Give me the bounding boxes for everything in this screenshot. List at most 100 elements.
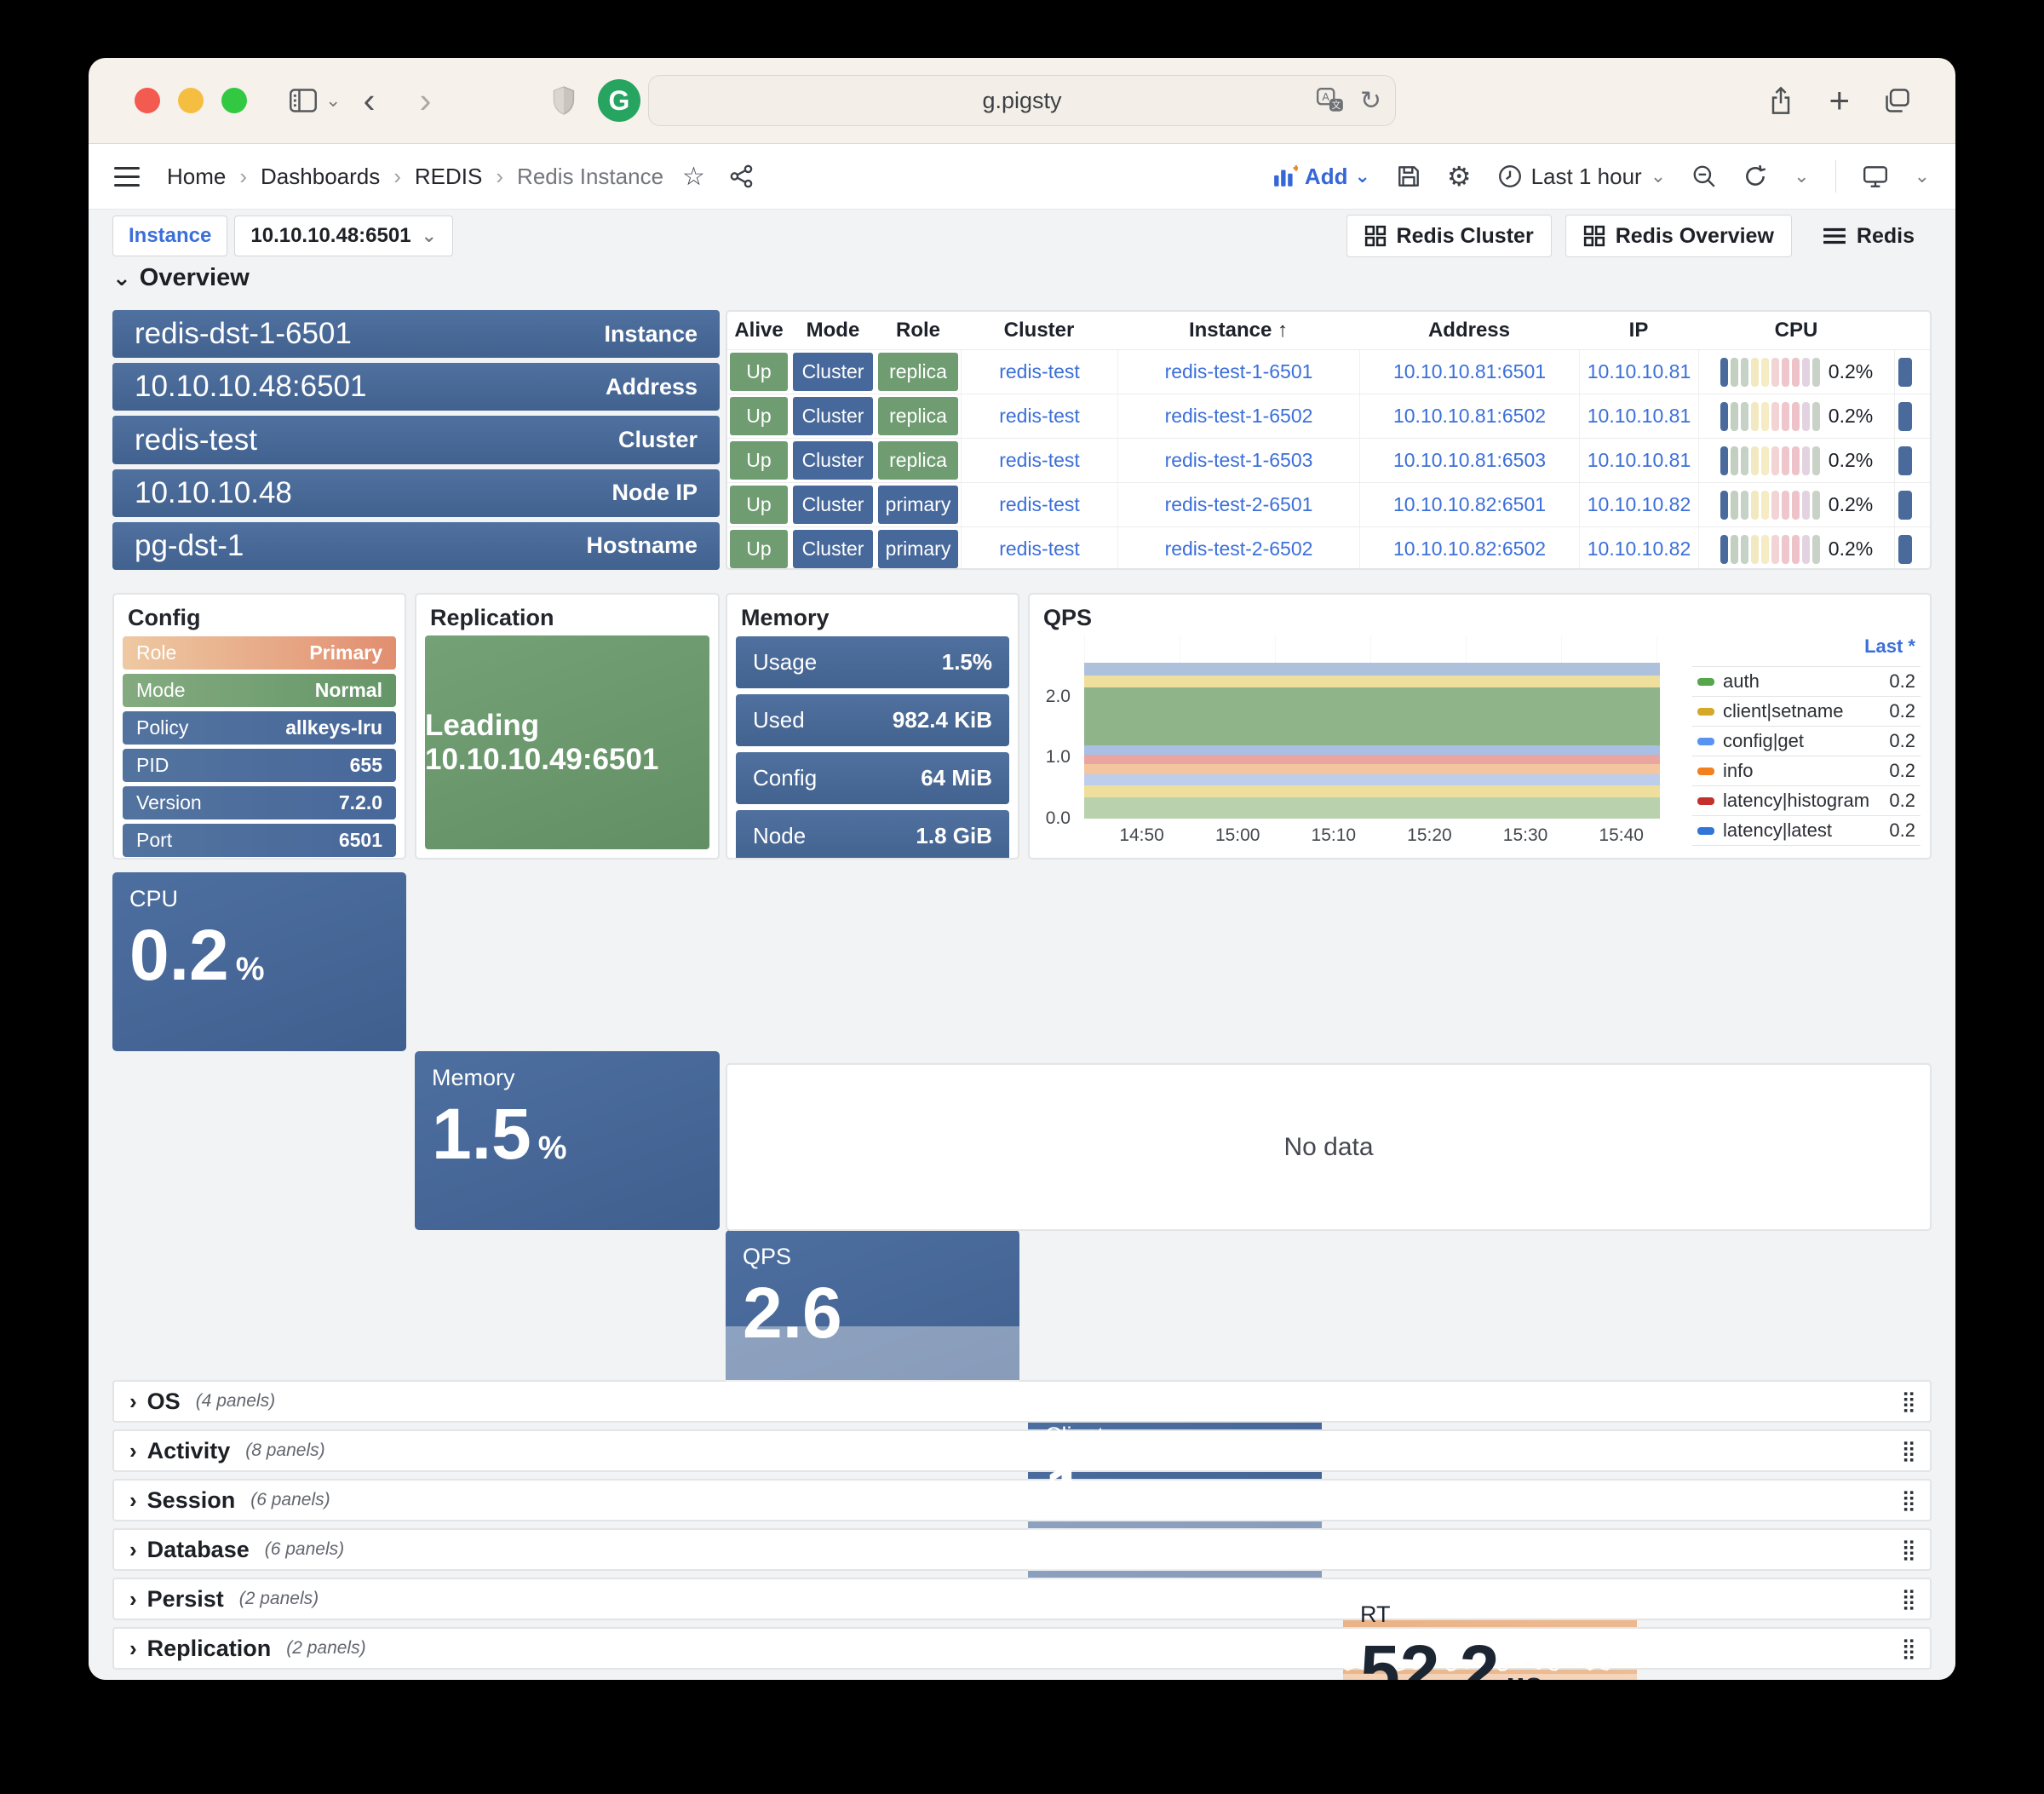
chevron-right-icon: ›	[129, 1537, 137, 1563]
share-icon[interactable]	[1766, 85, 1796, 116]
add-panel-button[interactable]: Add ⌄	[1272, 164, 1370, 190]
grammarly-icon[interactable]: G	[598, 79, 640, 122]
instance-info-row: pg-dst-1Hostname	[112, 522, 720, 570]
cpu-sparkline-cell: 0.2%	[1698, 527, 1894, 570]
tab-overview-icon[interactable]	[1882, 85, 1913, 116]
dashboard-canvas: Instance 10.10.10.48:6501⌄ Redis Cluster…	[89, 210, 1955, 1680]
drag-handle-icon[interactable]: ⣿	[1901, 1439, 1915, 1463]
row-toggle-persist[interactable]: ›Persist(2 panels)⣿	[112, 1578, 1932, 1620]
reload-icon[interactable]: ↻	[1360, 86, 1381, 116]
panel-title: Config	[114, 595, 405, 636]
instance-link[interactable]: redis-test-2-6501	[1117, 483, 1359, 526]
grafana-navbar: Home › Dashboards › REDIS › Redis Instan…	[89, 144, 1955, 210]
legend-item[interactable]: client|setname0.2	[1692, 696, 1921, 726]
config-row: ModeNormal	[123, 674, 396, 707]
svg-text:A: A	[1322, 90, 1329, 103]
drag-handle-icon[interactable]: ⣿	[1901, 1488, 1915, 1513]
cluster-link[interactable]: redis-test	[961, 350, 1117, 394]
row-toggle-database[interactable]: ›Database(6 panels)⣿	[112, 1528, 1932, 1571]
address-link[interactable]: 10.10.10.82:6502	[1359, 527, 1579, 570]
instance-info-row: 10.10.10.48Node IP	[112, 469, 720, 517]
legend-item[interactable]: auth0.2	[1692, 666, 1921, 696]
address-link[interactable]: 10.10.10.81:6503	[1359, 439, 1579, 482]
ip-link[interactable]: 10.10.10.81	[1579, 350, 1698, 394]
legend-item[interactable]: info0.2	[1692, 756, 1921, 785]
redis-menu-link-button[interactable]: Redis	[1806, 216, 1932, 256]
refresh-interval-chevron-icon[interactable]: ⌄	[1794, 165, 1809, 187]
chevron-right-icon: ›	[129, 1389, 137, 1415]
forward-icon[interactable]: ›	[397, 83, 453, 118]
cluster-link[interactable]: redis-test	[961, 483, 1117, 526]
row-toggle-os[interactable]: ›OS(4 panels)⣿	[112, 1380, 1932, 1423]
cluster-link[interactable]: redis-test	[961, 439, 1117, 482]
qps-stat-panel: QPS 2.6	[726, 1230, 1019, 1409]
instance-link[interactable]: redis-test-2-6502	[1117, 527, 1359, 570]
breadcrumb-dashboards[interactable]: Dashboards	[261, 164, 380, 190]
table-row: Up Cluster replica redis-test redis-test…	[727, 394, 1930, 438]
instance-link[interactable]: redis-test-1-6501	[1117, 350, 1359, 394]
tv-kiosk-icon[interactable]	[1862, 164, 1889, 189]
clock-icon	[1497, 164, 1523, 189]
ip-link[interactable]: 10.10.10.82	[1579, 483, 1698, 526]
drag-handle-icon[interactable]: ⣿	[1901, 1636, 1915, 1661]
translate-icon[interactable]: A文	[1316, 87, 1345, 114]
address-link[interactable]: 10.10.10.82:6501	[1359, 483, 1579, 526]
instance-variable-dropdown[interactable]: 10.10.10.48:6501⌄	[234, 216, 453, 256]
legend-item[interactable]: config|get0.2	[1692, 726, 1921, 756]
drag-handle-icon[interactable]: ⣿	[1901, 1587, 1915, 1612]
breadcrumb-redis[interactable]: REDIS	[415, 164, 482, 190]
panel-title: Memory	[727, 595, 1018, 636]
table-header: Alive Mode Role Cluster Instance ↑ Addre…	[727, 312, 1930, 349]
ip-link[interactable]: 10.10.10.81	[1579, 439, 1698, 482]
zoom-window-button[interactable]	[221, 88, 247, 113]
ip-link[interactable]: 10.10.10.82	[1579, 527, 1698, 570]
cluster-link[interactable]: redis-test	[961, 394, 1117, 438]
series-color-chip	[1697, 827, 1714, 835]
instance-link[interactable]: redis-test-1-6503	[1117, 439, 1359, 482]
time-range-picker[interactable]: Last 1 hour ⌄	[1497, 164, 1667, 190]
refresh-icon[interactable]	[1743, 164, 1768, 189]
address-bar[interactable]: G g.pigsty A文 ↻	[648, 75, 1396, 126]
cluster-link[interactable]: redis-test	[961, 527, 1117, 570]
y-axis-labels: 0.01.02.0	[1033, 635, 1077, 819]
drag-handle-icon[interactable]: ⣿	[1901, 1538, 1915, 1562]
save-dashboard-icon[interactable]	[1396, 164, 1421, 189]
svg-text:文: 文	[1331, 100, 1341, 111]
sidebar-toggle-icon[interactable]	[288, 85, 319, 116]
panel-title: QPS	[1030, 595, 1930, 636]
qps-stacked-area-chart[interactable]	[1084, 635, 1660, 819]
settings-icon[interactable]: ⚙	[1447, 160, 1472, 193]
privacy-shield-icon[interactable]	[548, 85, 579, 116]
panel-title: Replication	[416, 595, 718, 636]
sidebar-chevron-icon[interactable]: ⌄	[325, 89, 341, 112]
menu-icon[interactable]	[114, 167, 140, 187]
chevron-down-icon: ⌄	[112, 265, 131, 291]
zoom-out-icon[interactable]	[1691, 164, 1717, 189]
redis-cluster-link-button[interactable]: Redis Cluster	[1346, 215, 1552, 257]
config-row: PID655	[123, 749, 396, 782]
address-link[interactable]: 10.10.10.81:6501	[1359, 350, 1579, 394]
row-toggle-activity[interactable]: ›Activity(8 panels)⣿	[112, 1429, 1932, 1472]
row-toggle-replication[interactable]: ›Replication(2 panels)⣿	[112, 1627, 1932, 1670]
table-row: Up Cluster primary redis-test redis-test…	[727, 526, 1930, 570]
kiosk-chevron-icon[interactable]: ⌄	[1915, 165, 1930, 187]
share-dashboard-icon[interactable]	[729, 164, 755, 189]
ip-link[interactable]: 10.10.10.81	[1579, 394, 1698, 438]
new-tab-icon[interactable]: +	[1829, 83, 1850, 118]
memory-panel: Memory Usage1.5% Used982.4 KiB Config64 …	[726, 593, 1019, 860]
overview-section-toggle[interactable]: ⌄ Overview	[112, 264, 250, 292]
minimize-window-button[interactable]	[178, 88, 204, 113]
favorite-star-icon[interactable]: ☆	[682, 162, 705, 192]
back-icon[interactable]: ‹	[341, 83, 397, 118]
breadcrumb-home[interactable]: Home	[167, 164, 226, 190]
close-window-button[interactable]	[135, 88, 160, 113]
grid-icon	[1583, 225, 1605, 247]
drag-handle-icon[interactable]: ⣿	[1901, 1389, 1915, 1414]
row-toggle-session[interactable]: ›Session(6 panels)⣿	[112, 1479, 1932, 1521]
redis-overview-link-button[interactable]: Redis Overview	[1565, 215, 1792, 257]
legend-item[interactable]: latency|latest0.2	[1692, 815, 1921, 846]
address-link[interactable]: 10.10.10.81:6502	[1359, 394, 1579, 438]
legend-sort-header[interactable]: Last *	[1692, 632, 1921, 666]
instance-link[interactable]: redis-test-1-6502	[1117, 394, 1359, 438]
legend-item[interactable]: latency|histogram0.2	[1692, 785, 1921, 815]
